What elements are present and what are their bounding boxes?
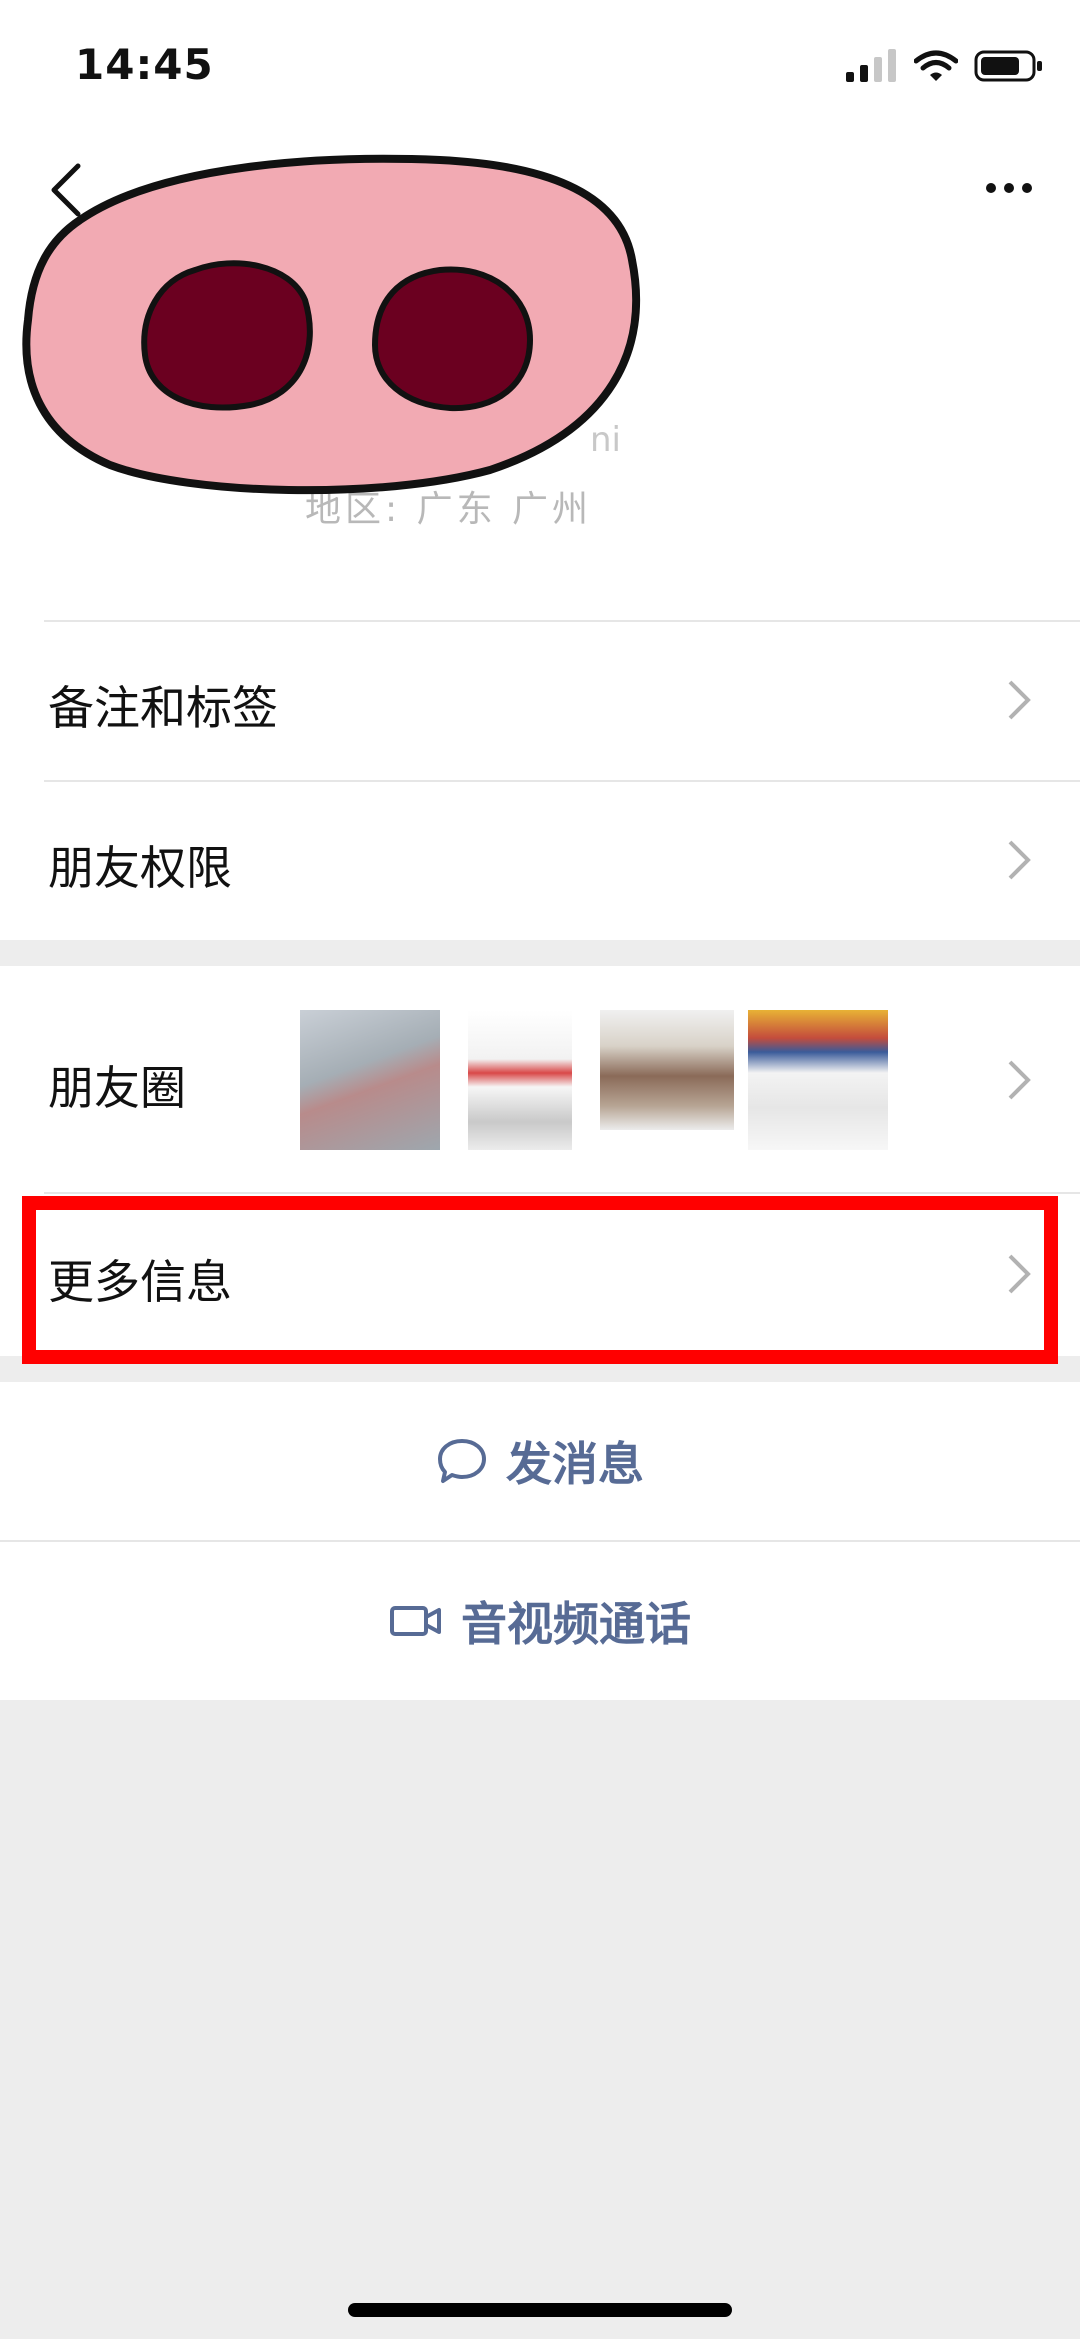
status-time: 14:45 bbox=[75, 40, 214, 89]
divider bbox=[44, 620, 1080, 622]
row-moments-label: 朋友圈 bbox=[48, 1061, 186, 1115]
chat-bubble-icon bbox=[438, 1439, 486, 1483]
battery-icon bbox=[974, 50, 1042, 82]
video-call-button[interactable]: 音视频通话 bbox=[0, 1542, 1080, 1700]
highlight-box bbox=[22, 1196, 1058, 1364]
row-notes-tags-label: 备注和标签 bbox=[48, 681, 278, 735]
back-chevron-icon[interactable] bbox=[44, 160, 88, 220]
moments-thumbnail bbox=[468, 1010, 572, 1150]
more-dots-icon[interactable] bbox=[978, 178, 1032, 197]
moments-thumbnail bbox=[748, 1010, 888, 1150]
status-icons bbox=[844, 48, 1044, 84]
signal-icon bbox=[846, 49, 896, 82]
chevron-right-icon bbox=[1008, 1060, 1031, 1100]
home-indicator bbox=[348, 2303, 732, 2317]
chevron-right-icon bbox=[1008, 680, 1031, 720]
row-notes-tags[interactable]: 备注和标签 bbox=[0, 620, 1080, 780]
wifi-icon bbox=[914, 50, 958, 81]
send-message-label: 发消息 bbox=[506, 1437, 644, 1491]
send-message-button[interactable]: 发消息 bbox=[0, 1382, 1080, 1540]
row-friend-permissions-label: 朋友权限 bbox=[48, 841, 232, 895]
chevron-right-icon bbox=[1008, 840, 1031, 880]
moments-thumbnail bbox=[600, 1010, 734, 1130]
moments-thumbnail bbox=[300, 1010, 440, 1150]
video-camera-icon bbox=[390, 1606, 441, 1636]
avatar-sticker bbox=[22, 154, 641, 495]
row-friend-permissions[interactable]: 朋友权限 bbox=[0, 780, 1080, 940]
divider bbox=[44, 780, 1080, 782]
video-call-label: 音视频通话 bbox=[461, 1597, 691, 1651]
